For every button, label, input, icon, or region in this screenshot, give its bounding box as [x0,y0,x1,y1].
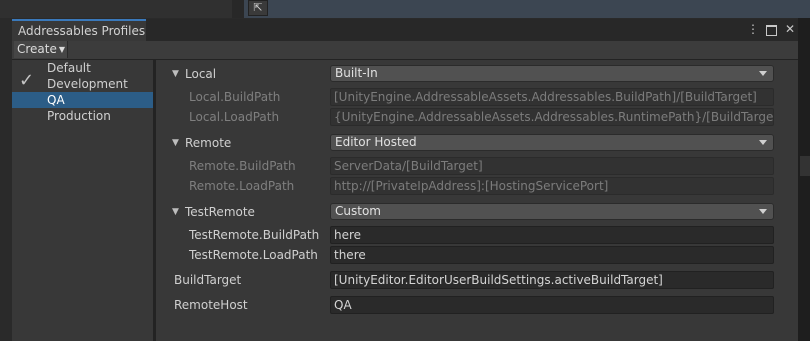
profile-label: Production [47,109,111,123]
label-testremote-buildpath: TestRemote.BuildPath [189,228,320,242]
profile-label: QA [47,93,65,107]
dropdown-value: Editor Hosted [335,135,417,149]
dropdown-arrow-icon [759,209,767,214]
group-row-local: ▼ Local Built-In [156,65,798,83]
create-label: Create [17,42,57,56]
foldout-arrow-icon[interactable]: ▼ [172,203,179,221]
row-testremote-buildpath: TestRemote.BuildPath here [156,226,798,244]
profile-item-qa[interactable]: QA [12,92,153,108]
dropdown-arrow-icon [759,71,767,76]
testremote-buildpath-input[interactable]: here [330,226,774,244]
label-remote-buildpath: Remote.BuildPath [189,159,296,173]
group-label-remote: Remote [185,136,232,150]
row-local-buildpath: Local.BuildPath [UnityEngine.Addressable… [156,88,798,106]
dropdown-value: Custom [335,204,381,218]
local-buildpath-field: [UnityEngine.AddressableAssets.Addressab… [330,88,774,106]
create-dropdown-button[interactable]: Create ▼ [14,41,68,58]
build-target-input[interactable]: [UnityEditor.EditorUserBuildSettings.act… [330,271,774,289]
remote-path-dropdown[interactable]: Editor Hosted [330,134,774,151]
row-remote-buildpath: Remote.BuildPath ServerData/[BuildTarget… [156,157,798,175]
label-local-loadpath: Local.LoadPath [189,110,280,124]
group-row-remote: ▼ Remote Editor Hosted [156,134,798,152]
label-remote-host: RemoteHost [174,298,248,312]
scene-view-strip [244,0,810,18]
tab-title: Addressables Profiles [18,24,146,38]
local-path-dropdown[interactable]: Built-In [330,65,774,82]
checkmark-icon: ✓ [19,70,35,91]
group-row-testremote: ▼ TestRemote Custom [156,203,798,221]
profile-label: Default [47,61,91,75]
docked-tab-handle[interactable] [800,156,810,176]
addressables-profiles-window: Addressables Profiles ⋮ ✕ Create ▼ Defaul… [12,19,798,341]
local-loadpath-field: {UnityEngine.AddressableAssets.Addressab… [330,108,774,126]
row-build-target: BuildTarget [UnityEditor.EditorUserBuild… [156,271,798,289]
profile-item-production[interactable]: Production [12,108,153,124]
row-testremote-loadpath: TestRemote.LoadPath there [156,246,798,264]
row-local-loadpath: Local.LoadPath {UnityEngine.AddressableA… [156,108,798,126]
foldout-arrow-icon[interactable]: ▼ [172,65,179,83]
editor-background-right [798,18,810,341]
label-testremote-loadpath: TestRemote.LoadPath [189,248,318,262]
window-tab-bar: Addressables Profiles ⋮ ✕ [12,19,798,41]
testremote-loadpath-input[interactable]: there [330,246,774,264]
window-controls: ⋮ ✕ [747,22,796,36]
row-remote-loadpath: Remote.LoadPath http://[PrivateIpAddress… [156,177,798,195]
label-build-target: BuildTarget [174,273,242,287]
profile-label: Development [47,77,128,91]
profile-list: Default ✓ Development QA Production [12,60,153,341]
profile-settings-panel: ▼ Local Built-In Local.BuildPath [UnityE… [156,60,798,341]
expand-icon[interactable]: ⇱ [248,0,268,16]
caret-down-icon: ▼ [58,45,66,54]
foldout-arrow-icon[interactable]: ▼ [172,134,179,152]
remote-loadpath-field: http://[PrivateIpAddress]:[HostingServic… [330,177,774,195]
row-remote-host: RemoteHost QA [156,296,798,314]
close-icon[interactable]: ✕ [784,22,796,36]
group-label-local: Local [185,67,217,81]
kebab-menu-icon[interactable]: ⋮ [747,22,759,36]
label-remote-loadpath: Remote.LoadPath [189,179,295,193]
tab-addressables-profiles[interactable]: Addressables Profiles [12,19,146,41]
label-local-buildpath: Local.BuildPath [189,90,281,104]
maximize-icon[interactable] [766,24,777,36]
remote-buildpath-field: ServerData/[BuildTarget] [330,157,774,175]
toolbar: Create ▼ [12,41,798,60]
testremote-path-dropdown[interactable]: Custom [330,203,774,220]
dropdown-arrow-icon [759,140,767,145]
group-label-testremote: TestRemote [185,205,255,219]
editor-background-panel [0,0,232,18]
dropdown-value: Built-In [335,66,378,80]
remote-host-input[interactable]: QA [330,296,774,314]
profile-item-development[interactable]: ✓ Development [12,70,153,92]
